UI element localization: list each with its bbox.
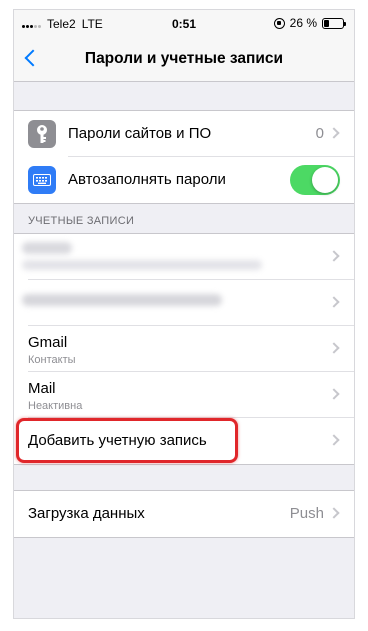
website-passwords-row[interactable]: Пароли сайтов и ПО 0 (14, 111, 354, 157)
add-account-label: Добавить учетную запись (28, 432, 207, 449)
chevron-right-icon (328, 250, 340, 262)
navigation-bar: Пароли и учетные записи (14, 36, 354, 82)
mail-account-row[interactable]: Mail Неактивна (14, 372, 354, 418)
fetch-new-data-row[interactable]: Загрузка данных Push (14, 491, 354, 537)
autofill-toggle[interactable] (290, 165, 340, 195)
blurred-account-name (22, 242, 72, 254)
gmail-account-title: Gmail (28, 334, 68, 351)
blurred-account-row[interactable] (14, 234, 354, 280)
add-account-row[interactable]: Добавить учетную запись (14, 418, 354, 464)
fetch-new-data-label: Загрузка данных (28, 505, 145, 522)
gmail-account-row[interactable]: Gmail Контакты (14, 326, 354, 372)
autofill-passwords-row: Автозаполнять пароли (14, 157, 354, 203)
chevron-right-icon (328, 507, 340, 519)
passwords-count: 0 (315, 125, 324, 142)
fetch-group: Загрузка данных Push (14, 490, 354, 538)
passwords-group: Пароли сайтов и ПО 0 Автозаполнять парол… (14, 110, 354, 204)
autofill-passwords-label: Автозаполнять пароли (68, 171, 226, 188)
chevron-right-icon (328, 434, 340, 446)
orientation-lock-icon (273, 17, 285, 29)
keyboard-icon (28, 166, 56, 194)
gmail-account-subtitle: Контакты (28, 354, 76, 366)
chevron-right-icon (328, 127, 340, 139)
mail-account-title: Mail (28, 380, 56, 397)
mail-account-subtitle: Неактивна (28, 400, 83, 412)
accounts-group: Gmail Контакты Mail Неактивна Добавить у… (14, 233, 354, 465)
chevron-right-icon (328, 342, 340, 354)
key-icon (28, 120, 56, 148)
fetch-mode-value: Push (289, 505, 324, 522)
website-passwords-label: Пароли сайтов и ПО (68, 125, 212, 142)
battery-icon (322, 17, 346, 29)
toggle-knob (312, 167, 338, 193)
chevron-right-icon (328, 296, 340, 308)
status-bar: Tele2 LTE 0:51 26 % (14, 10, 354, 36)
blurred-account-row[interactable] (14, 280, 354, 326)
chevron-right-icon (328, 388, 340, 400)
accounts-section-header: УЧЕТНЫЕ ЗАПИСИ (28, 215, 135, 227)
blurred-account-email (22, 294, 222, 306)
blurred-account-detail (22, 260, 262, 270)
status-right: 26 % (273, 16, 346, 30)
battery-percent: 26 % (289, 16, 317, 30)
phone-screen: Tele2 LTE 0:51 26 % Пароли и учетные зап… (14, 10, 354, 618)
page-title: Пароли и учетные записи (84, 50, 284, 67)
